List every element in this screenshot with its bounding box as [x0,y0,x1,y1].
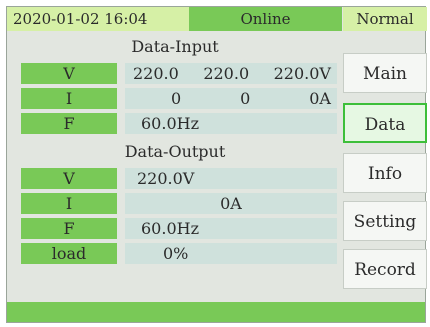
mode-indicator: Normal [343,7,427,31]
output-current-label: I [21,193,117,214]
status-indicator: Online [189,7,342,31]
output-frequency-value: 60.0Hz [125,218,337,239]
output-voltage-label: V [21,168,117,189]
input-voltage-phase-2: 220.0 [203,64,250,83]
input-current-values: 0 0 0A [125,88,337,109]
output-voltage-value: 220.0V [125,168,337,189]
nav-main-button[interactable]: Main [343,53,427,93]
input-current-phase-3: 0A [309,89,331,108]
output-current-value: 0A [125,193,337,214]
nav-data-button[interactable]: Data [343,103,427,143]
output-frequency-label: F [21,218,117,239]
input-current-phase-2: 0 [240,89,251,108]
hmi-screen: 2020-01-02 16:04 Online Normal Data-Inpu… [6,6,427,323]
output-load-label: load [21,243,117,264]
input-section-title: Data-Input [131,37,219,56]
nav-info-button[interactable]: Info [343,153,427,193]
input-voltage-values: 220.0 220.0 220.0V [125,63,337,84]
output-section-title: Data-Output [124,142,226,161]
nav-record-button[interactable]: Record [343,249,427,289]
output-load-value: 0% [125,243,337,264]
input-current-label: I [21,88,117,109]
input-frequency-label: F [21,113,117,134]
input-voltage-phase-3: 220.0V [273,64,331,83]
nav-setting-button[interactable]: Setting [343,201,427,241]
input-voltage-label: V [21,63,117,84]
input-voltage-phase-1: 220.0 [133,64,179,83]
footer-bar [7,302,425,322]
datetime-display: 2020-01-02 16:04 [7,7,189,31]
input-current-phase-1: 0 [171,89,182,108]
input-frequency-value: 60.0Hz [125,113,337,134]
